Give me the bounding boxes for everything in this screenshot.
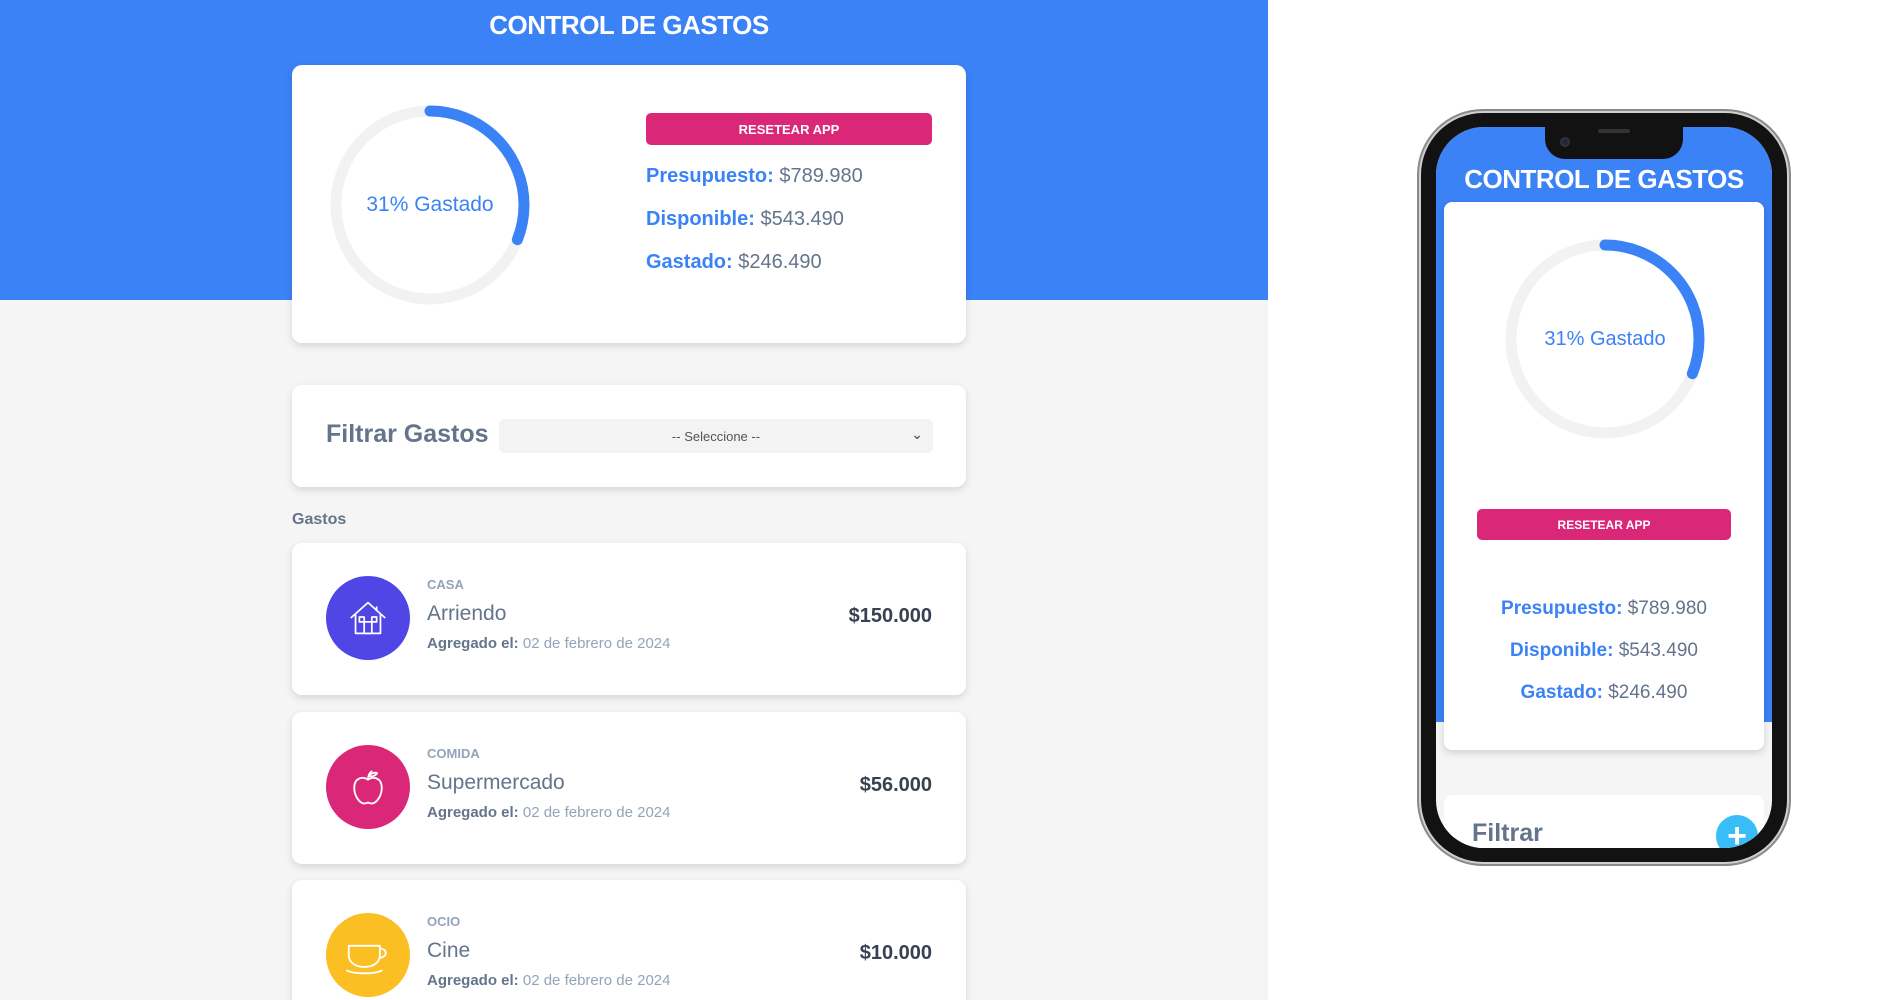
presupuesto-value: $789.980 — [1627, 598, 1707, 619]
date-label: Agregado el: — [427, 804, 519, 821]
filter-card: Filtrar Gastos -- Seleccione -- ⌄ — [292, 385, 966, 487]
phone-notch — [1545, 127, 1683, 159]
desktop-view: CONTROL DE GASTOS 31% Gastado RESETEAR A… — [0, 0, 1268, 1000]
mobile-screen: CONTROL DE GASTOS 31% Gastado RESETEAR A… — [1436, 127, 1772, 848]
disponible-label: Disponible: — [1510, 640, 1614, 661]
disponible-label: Disponible: — [646, 208, 755, 230]
front-camera — [1560, 137, 1570, 147]
chevron-down-icon: ⌄ — [911, 426, 923, 442]
mobile-progress-ring: 31% Gastado — [1501, 235, 1709, 443]
phone-mockup: CONTROL DE GASTOS 31% Gastado RESETEAR A… — [1421, 113, 1787, 862]
expense-amount: $150.000 — [848, 605, 932, 627]
gastado-label: Gastado: — [646, 251, 733, 273]
category-filter-select[interactable]: -- Seleccione -- ⌄ — [499, 419, 933, 453]
expense-category: COMIDA — [427, 746, 480, 761]
gastado-value: $246.490 — [1608, 682, 1688, 703]
date-label: Agregado el: — [427, 972, 519, 989]
expense-item[interactable]: COMIDA Supermercado Agregado el: 02 de f… — [292, 712, 966, 864]
expense-amount: $10.000 — [859, 942, 932, 964]
expense-category: CASA — [427, 577, 464, 592]
mobile-reset-app-button[interactable]: RESETEAR APP — [1477, 509, 1731, 540]
mobile-budget-card: 31% Gastado RESETEAR APP Presupuesto: $7… — [1444, 202, 1764, 750]
mobile-filter-label: Filtrar — [1472, 819, 1543, 847]
budget-card: 31% Gastado RESETEAR APP Presupuesto: $7… — [292, 65, 966, 343]
gastado-stat: Gastado: $246.490 — [646, 251, 822, 274]
presupuesto-label: Presupuesto: — [646, 165, 774, 187]
cup-icon — [326, 913, 410, 997]
gastos-section-title: Gastos — [292, 511, 347, 528]
app-title: CONTROL DE GASTOS — [489, 10, 769, 40]
expense-name: Arriendo — [427, 602, 507, 625]
apple-icon — [326, 745, 410, 829]
disponible-stat: Disponible: $543.490 — [646, 208, 844, 231]
mobile-presupuesto-stat: Presupuesto: $789.980 — [1444, 598, 1764, 620]
mobile-disponible-stat: Disponible: $543.490 — [1444, 640, 1764, 662]
expense-item[interactable]: OCIO Cine Agregado el: 02 de febrero de … — [292, 880, 966, 1000]
disponible-value: $543.490 — [760, 208, 844, 230]
expense-date: Agregado el: 02 de febrero de 2024 — [427, 972, 670, 989]
mobile-gastado-stat: Gastado: $246.490 — [1444, 682, 1764, 704]
presupuesto-stat: Presupuesto: $789.980 — [646, 165, 863, 188]
date-value: 02 de febrero de 2024 — [522, 804, 671, 821]
screenshot-canvas: CONTROL DE GASTOS 31% Gastado RESETEAR A… — [0, 0, 1896, 1000]
date-value: 02 de febrero de 2024 — [522, 635, 671, 652]
presupuesto-label: Presupuesto: — [1501, 598, 1623, 619]
disponible-value: $543.490 — [1618, 640, 1698, 661]
progress-ring: 31% Gastado — [325, 100, 535, 310]
expense-amount: $56.000 — [859, 774, 932, 796]
mobile-percent-spent-label: 31% Gastado — [1544, 327, 1666, 350]
phone-power-button — [1787, 336, 1791, 426]
mobile-app-title: CONTROL DE GASTOS — [1464, 164, 1744, 194]
expense-name: Supermercado — [427, 771, 565, 794]
earpiece-speaker — [1598, 129, 1630, 133]
expense-item[interactable]: CASA Arriendo Agregado el: 02 de febrero… — [292, 543, 966, 695]
gastado-label: Gastado: — [1520, 682, 1603, 703]
plus-icon: + — [1727, 817, 1747, 848]
filter-selected-value: -- Seleccione -- — [671, 428, 761, 444]
expense-name: Cine — [427, 939, 471, 962]
date-value: 02 de febrero de 2024 — [522, 972, 671, 989]
expense-date: Agregado el: 02 de febrero de 2024 — [427, 635, 670, 652]
expense-date: Agregado el: 02 de febrero de 2024 — [427, 804, 670, 821]
expense-category: OCIO — [427, 914, 461, 929]
presupuesto-value: $789.980 — [779, 165, 863, 187]
house-icon — [326, 576, 410, 660]
date-label: Agregado el: — [427, 635, 519, 652]
filter-label: Filtrar Gastos — [326, 420, 489, 448]
reset-app-button[interactable]: RESETEAR APP — [646, 113, 932, 145]
gastado-value: $246.490 — [738, 251, 822, 273]
percent-spent-label: 31% Gastado — [366, 193, 494, 216]
